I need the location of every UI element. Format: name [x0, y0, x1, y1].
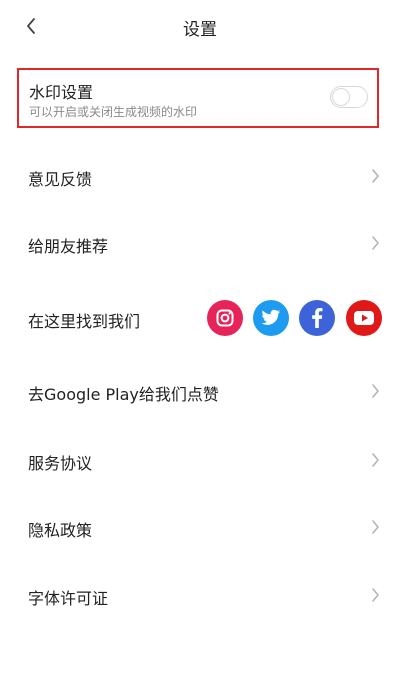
twitter-button[interactable]	[253, 300, 289, 336]
menu-item-find-us: 在这里找到我们	[0, 293, 400, 343]
youtube-icon	[354, 311, 374, 325]
chevron-right-icon	[372, 384, 379, 398]
watermark-title: 水印设置	[29, 83, 94, 102]
menu-item-label: 隐私政策	[28, 521, 93, 540]
page-title: 设置	[183, 20, 217, 40]
menu-item-label: 服务协议	[28, 454, 93, 473]
watermark-subtitle: 可以开启或关闭生成视频的水印	[29, 105, 198, 119]
menu-item-recommend[interactable]: 给朋友推荐	[0, 218, 400, 268]
watermark-setting: 水印设置 可以开启或关闭生成视频的水印	[17, 68, 379, 128]
chevron-right-icon	[372, 453, 379, 467]
menu-item-privacy-policy[interactable]: 隐私政策	[0, 502, 400, 552]
watermark-toggle[interactable]	[330, 86, 368, 108]
facebook-button[interactable]	[299, 300, 335, 336]
menu-item-google-play[interactable]: 去Google Play给我们点赞	[0, 366, 400, 416]
instagram-button[interactable]	[207, 300, 243, 336]
menu-item-label: 给朋友推荐	[28, 237, 109, 256]
chevron-right-icon	[372, 169, 379, 183]
chevron-right-icon	[372, 236, 379, 250]
menu-item-label: 意见反馈	[28, 170, 93, 189]
chevron-right-icon	[372, 520, 379, 534]
instagram-icon	[216, 309, 234, 327]
top-bar: 设置	[0, 0, 400, 54]
menu-item-service-agreement[interactable]: 服务协议	[0, 435, 400, 485]
youtube-button[interactable]	[346, 300, 382, 336]
facebook-icon	[312, 308, 323, 328]
menu-item-feedback[interactable]: 意见反馈	[0, 151, 400, 201]
menu-item-label: 字体许可证	[28, 589, 109, 608]
menu-item-label: 在这里找到我们	[28, 312, 141, 331]
toggle-knob	[332, 88, 350, 106]
twitter-icon	[261, 309, 281, 325]
chevron-right-icon	[372, 588, 379, 602]
menu-item-font-license[interactable]: 字体许可证	[0, 570, 400, 620]
menu-item-label: 去Google Play给我们点赞	[28, 385, 219, 404]
settings-screen: 设置 水印设置 可以开启或关闭生成视频的水印 意见反馈 给朋友推荐 在这里找到我…	[0, 0, 400, 685]
